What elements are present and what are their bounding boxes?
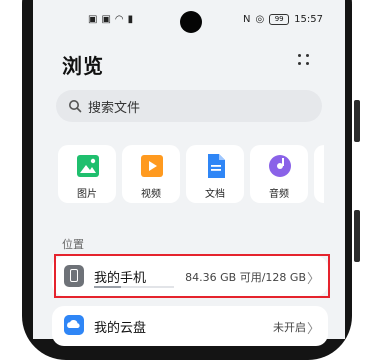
category-tile-documents[interactable]: 文档 (186, 145, 244, 203)
page-title: 浏览 (62, 54, 104, 78)
cloud-status: 未开启 (273, 321, 306, 334)
search-bar[interactable]: 搜索文件 (56, 90, 322, 122)
category-tile-pictures[interactable]: 图片 (58, 145, 116, 203)
front-camera (180, 11, 202, 33)
chevron-right-icon: 〉 (306, 322, 320, 337)
status-bar-right: N ◎ 99 15:57 (243, 14, 323, 25)
search-placeholder: 搜索文件 (88, 100, 141, 116)
category-label: 视频 (141, 189, 161, 200)
nfc-icon: N (242, 14, 251, 25)
section-title-locations: 位置 (62, 238, 84, 251)
wifi-icon: ◠ (114, 14, 124, 25)
category-tile-videos[interactable]: 视频 (122, 145, 180, 203)
location-row-my-cloud[interactable]: 我的云盘 未开启 〉 (52, 306, 328, 346)
side-button-upper (354, 100, 360, 142)
status-bar-left: ▣ ▣ ◠ ▮ (88, 14, 133, 25)
category-label: 文档 (205, 189, 225, 200)
status-time: 15:57 (294, 14, 323, 25)
notification-icon: ▣ (101, 14, 111, 25)
search-icon (69, 100, 82, 113)
location-label: 我的云盘 (94, 321, 147, 336)
highlight-box (54, 254, 330, 298)
video-icon (141, 155, 163, 177)
category-tile-partial[interactable] (314, 145, 324, 203)
category-tile-audio[interactable]: 音频 (250, 145, 308, 203)
mute-icon: ◎ (255, 14, 265, 25)
notification-icon: ▣ (88, 14, 98, 25)
cloud-icon (64, 315, 84, 335)
document-icon (208, 154, 225, 178)
more-options-icon[interactable] (296, 52, 312, 68)
battery-icon: 99 (269, 14, 290, 25)
signal-icon: ▮ (127, 14, 134, 25)
category-label: 音频 (269, 189, 289, 200)
picture-icon (77, 155, 99, 177)
side-button-lower (354, 210, 360, 262)
audio-icon (269, 155, 291, 177)
category-label: 图片 (77, 189, 97, 200)
